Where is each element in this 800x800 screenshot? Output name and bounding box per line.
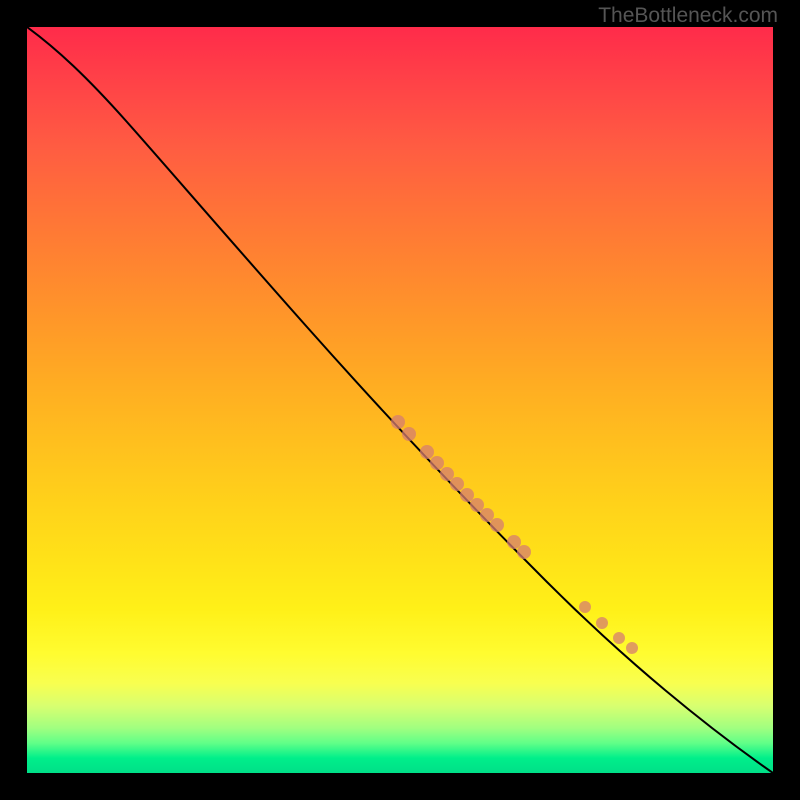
- data-point: [430, 456, 444, 470]
- data-point: [517, 545, 531, 559]
- highlighted-points-group: [391, 415, 638, 654]
- data-point: [402, 427, 416, 441]
- data-point: [391, 415, 405, 429]
- main-curve-line: [27, 27, 773, 773]
- data-point: [470, 498, 484, 512]
- data-point: [480, 508, 494, 522]
- data-point: [507, 535, 521, 549]
- data-point: [450, 477, 464, 491]
- data-point: [490, 518, 504, 532]
- data-point: [596, 617, 608, 629]
- data-point: [613, 632, 625, 644]
- data-point: [460, 488, 474, 502]
- watermark-text: TheBottleneck.com: [598, 4, 778, 28]
- data-point: [420, 445, 434, 459]
- data-point: [440, 467, 454, 481]
- chart-svg: [27, 27, 773, 773]
- data-point: [626, 642, 638, 654]
- chart-plot-area: [27, 27, 773, 773]
- data-point: [579, 601, 591, 613]
